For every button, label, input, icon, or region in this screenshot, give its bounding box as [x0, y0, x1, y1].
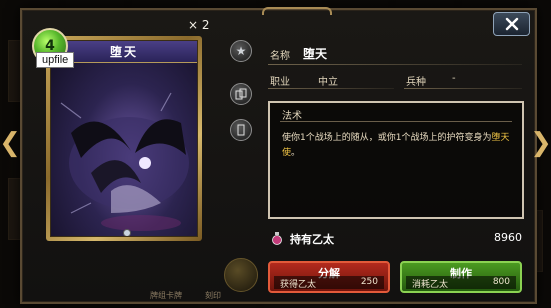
top-ornament	[262, 7, 332, 15]
tooltip: upfile	[36, 52, 75, 68]
deck-view-button[interactable]	[230, 83, 252, 105]
card-view-button[interactable]	[230, 119, 252, 141]
name-label: 名称	[270, 51, 290, 62]
card-icon	[237, 124, 245, 136]
ether-value: 8960	[494, 231, 522, 244]
type-label: 兵种	[406, 77, 426, 88]
ether-potion-icon	[272, 232, 282, 245]
card-art: 堕天	[50, 40, 198, 237]
name-value: 堕天	[303, 47, 328, 61]
next-card-button[interactable]: ❯	[530, 128, 551, 158]
background-text: 牌组卡牌	[150, 291, 182, 300]
card-name: 堕天	[109, 45, 138, 59]
effect-description-box: 法术 使你1个战场上的随从，或你1个战场上的护符变身为堕天使。	[268, 101, 524, 219]
arrow-right-icon: ❯	[530, 128, 551, 158]
effect-text-part: 。	[291, 148, 301, 158]
background-text: 刻印	[205, 291, 221, 300]
divider	[404, 88, 522, 89]
craft-cost: 消耗乙太 800	[406, 276, 516, 290]
background-coin	[224, 258, 258, 292]
fallen-angel-illustration	[60, 92, 189, 231]
deck-icon	[235, 88, 247, 100]
effect-type-label: 法术	[282, 111, 302, 122]
type-value: -	[452, 73, 456, 84]
divider	[268, 88, 394, 89]
close-icon	[505, 17, 518, 31]
card-rarity-gem	[123, 229, 131, 236]
job-label: 职业	[270, 77, 290, 88]
effect-text-part: 使你1个战场上的随从，或你1个战场上的护符变身为	[282, 133, 492, 143]
arrow-left-icon: ❮	[0, 128, 21, 158]
disenchant-reward-label: 获得乙太	[280, 280, 317, 290]
star-icon: ★	[235, 44, 247, 58]
craft-cost-value: 800	[492, 277, 510, 287]
disenchant-button[interactable]: 分解 获得乙太 250	[268, 261, 390, 293]
disenchant-reward-value: 250	[360, 277, 378, 287]
evolve-button[interactable]: ★	[230, 40, 252, 62]
ether-label: 持有乙太	[290, 233, 334, 246]
previous-card-button[interactable]: ❮	[0, 128, 21, 158]
ether-row: 持有乙太 8960	[270, 231, 522, 246]
effect-text: 使你1个战场上的随从，或你1个战场上的护符变身为堕天使。	[282, 131, 510, 161]
craft-button[interactable]: 制作 消耗乙太 800	[400, 261, 522, 293]
craft-cost-label: 消耗乙太	[412, 280, 449, 290]
job-value: 中立	[318, 77, 338, 88]
card-count: × 2	[188, 18, 210, 32]
divider	[268, 64, 522, 65]
close-button[interactable]	[493, 12, 530, 36]
disenchant-reward: 获得乙太 250	[274, 276, 384, 290]
divider	[280, 121, 512, 122]
